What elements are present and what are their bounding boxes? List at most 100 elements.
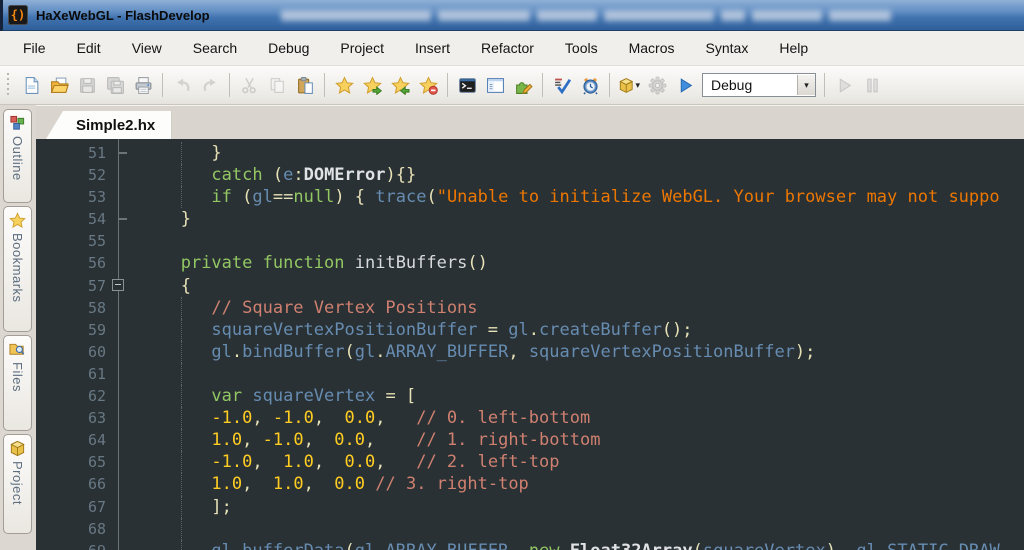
cut-icon	[241, 77, 256, 93]
sidebar-tab-label: Outline	[10, 136, 25, 181]
code-text: catch (e:DOMError){}	[211, 165, 417, 186]
files-folder-icon	[9, 343, 25, 355]
build-project-icon	[619, 77, 634, 93]
prev-bookmark-button[interactable]	[387, 72, 413, 98]
sidebar-tab-files[interactable]: Files	[3, 335, 32, 431]
code-line: 64 1.0, -1.0, 0.0, // 1. right-bottom	[36, 429, 1024, 452]
run-project-button[interactable]	[672, 72, 698, 98]
indent-guide	[181, 340, 182, 363]
prev-bookmark-icon	[390, 75, 410, 95]
outline-cubes-icon	[10, 115, 25, 130]
indent-guide	[181, 407, 182, 430]
project-box-icon	[10, 440, 25, 457]
layout-panels-icon	[486, 77, 504, 93]
print-icon	[135, 76, 151, 94]
indent-guide	[181, 539, 182, 550]
build-project-button[interactable]: ▾	[616, 72, 642, 98]
copy-icon	[270, 77, 284, 93]
toolbar-separator	[162, 73, 163, 97]
code-line: 58 // Square Vertex Positions	[36, 296, 1024, 319]
code-line: 66 1.0, 1.0, 0.0 // 3. right-top	[36, 473, 1024, 496]
indent-guide	[181, 164, 182, 187]
sidebar-tab-project[interactable]: Project	[3, 434, 32, 534]
play-icon	[839, 77, 851, 93]
dropdown-caret-icon[interactable]: ▾	[635, 80, 640, 91]
code-text: var squareVertex = [	[211, 386, 417, 407]
indent-guide	[181, 186, 182, 209]
syntax-check-button[interactable]	[549, 72, 575, 98]
line-number: 69	[36, 540, 106, 550]
flashdevelop-window: {) HaXeWebGL - FlashDevelop File Edit View…	[0, 0, 1024, 550]
build-config-select[interactable]: Debug ▾	[702, 73, 816, 97]
paste-button[interactable]	[292, 72, 318, 98]
code-line: 53 if (gl==null) { trace("Unable to init…	[36, 186, 1024, 209]
run-project-icon	[680, 77, 692, 93]
editor-tabrow: Simple2.hx	[36, 105, 1024, 139]
code-line: 52 catch (e:DOMError){}	[36, 164, 1024, 187]
menubar: File Edit View Search Debug Project Insert Refa…	[0, 31, 1024, 66]
scheduled-tasks-icon	[582, 77, 598, 94]
plugin-editor-button[interactable]	[510, 72, 536, 98]
pause-icon	[866, 78, 878, 92]
open-file-button[interactable]	[46, 72, 72, 98]
toolbar-grip[interactable]	[6, 73, 11, 97]
menu-macros[interactable]: Macros	[618, 34, 686, 62]
scheduled-tasks-button[interactable]	[577, 72, 603, 98]
code-text: }	[150, 143, 222, 163]
menu-insert[interactable]: Insert	[404, 34, 461, 62]
sidebar-tab-outline[interactable]: Outline	[3, 109, 32, 203]
menu-project[interactable]: Project	[329, 34, 395, 62]
next-bookmark-button[interactable]	[359, 72, 385, 98]
titlebar: {) HaXeWebGL - FlashDevelop	[0, 0, 1024, 31]
menu-help[interactable]: Help	[768, 34, 819, 62]
line-number: 63	[87, 409, 106, 428]
clear-bookmarks-button[interactable]	[415, 72, 441, 98]
save-icon	[79, 77, 95, 93]
code-line: 51 }	[36, 142, 1024, 165]
menu-file[interactable]: File	[12, 34, 57, 62]
output-console-button[interactable]	[454, 72, 480, 98]
combo-dropdown-icon[interactable]: ▾	[797, 75, 815, 95]
code-text: // Square Vertex Positions	[211, 297, 478, 318]
window-title: HaXeWebGL - FlashDevelop	[36, 7, 210, 23]
code-text: squareVertexPositionBuffer = gl.createBu…	[211, 319, 693, 340]
code-text: if (gl==null) { trace("Unable to initial…	[211, 187, 1000, 208]
menu-search[interactable]: Search	[182, 34, 248, 62]
line-number: 55	[87, 232, 106, 251]
flashdevelop-logo-icon[interactable]: {)	[8, 5, 28, 25]
code-line: 57 {	[36, 275, 1024, 297]
file-tab-simple2.hx[interactable]: Simple2.hx	[46, 111, 172, 139]
layout-panels-button[interactable]	[482, 72, 508, 98]
dock-sidebar: Outline Bookmarks Files Project	[0, 105, 36, 550]
indent-guide	[181, 495, 182, 518]
line-number: 60	[87, 342, 106, 361]
build-config-value: Debug	[711, 77, 753, 93]
output-console-icon	[458, 77, 476, 93]
paste-icon	[297, 76, 313, 94]
code-text: gl.bufferData(gl.ARRAY_BUFFER, new Float…	[36, 540, 1024, 550]
new-document-button[interactable]	[18, 72, 44, 98]
code-line: 67 ];	[36, 495, 1024, 518]
toggle-bookmark-icon	[334, 75, 354, 94]
menu-syntax[interactable]: Syntax	[695, 34, 760, 62]
code-editor[interactable]: 51 } 52 catch (e:DOMError){} 53 if (gl==nu…	[36, 139, 1024, 550]
play-button	[831, 72, 857, 98]
menu-refactor[interactable]: Refactor	[470, 34, 545, 62]
toggle-bookmark-button[interactable]	[331, 72, 357, 98]
menu-view[interactable]: View	[121, 34, 173, 62]
line-number: 62	[87, 387, 106, 406]
line-number: 68	[87, 519, 106, 538]
print-button[interactable]	[130, 72, 156, 98]
sidebar-tab-bookmarks[interactable]: Bookmarks	[3, 206, 32, 332]
code-line: 59 squareVertexPositionBuffer = gl.creat…	[36, 318, 1024, 341]
fold-collapse-icon[interactable]	[112, 278, 124, 291]
save-all-icon	[106, 76, 124, 94]
menu-edit[interactable]: Edit	[66, 34, 112, 62]
menu-tools[interactable]: Tools	[554, 34, 609, 62]
line-number: 58	[87, 298, 106, 317]
menu-debug[interactable]: Debug	[257, 34, 320, 62]
indent-guide	[181, 429, 182, 452]
toolbar-separator	[324, 73, 325, 97]
line-number: 59	[87, 320, 106, 339]
sidebar-tab-label: Bookmarks	[10, 233, 25, 303]
